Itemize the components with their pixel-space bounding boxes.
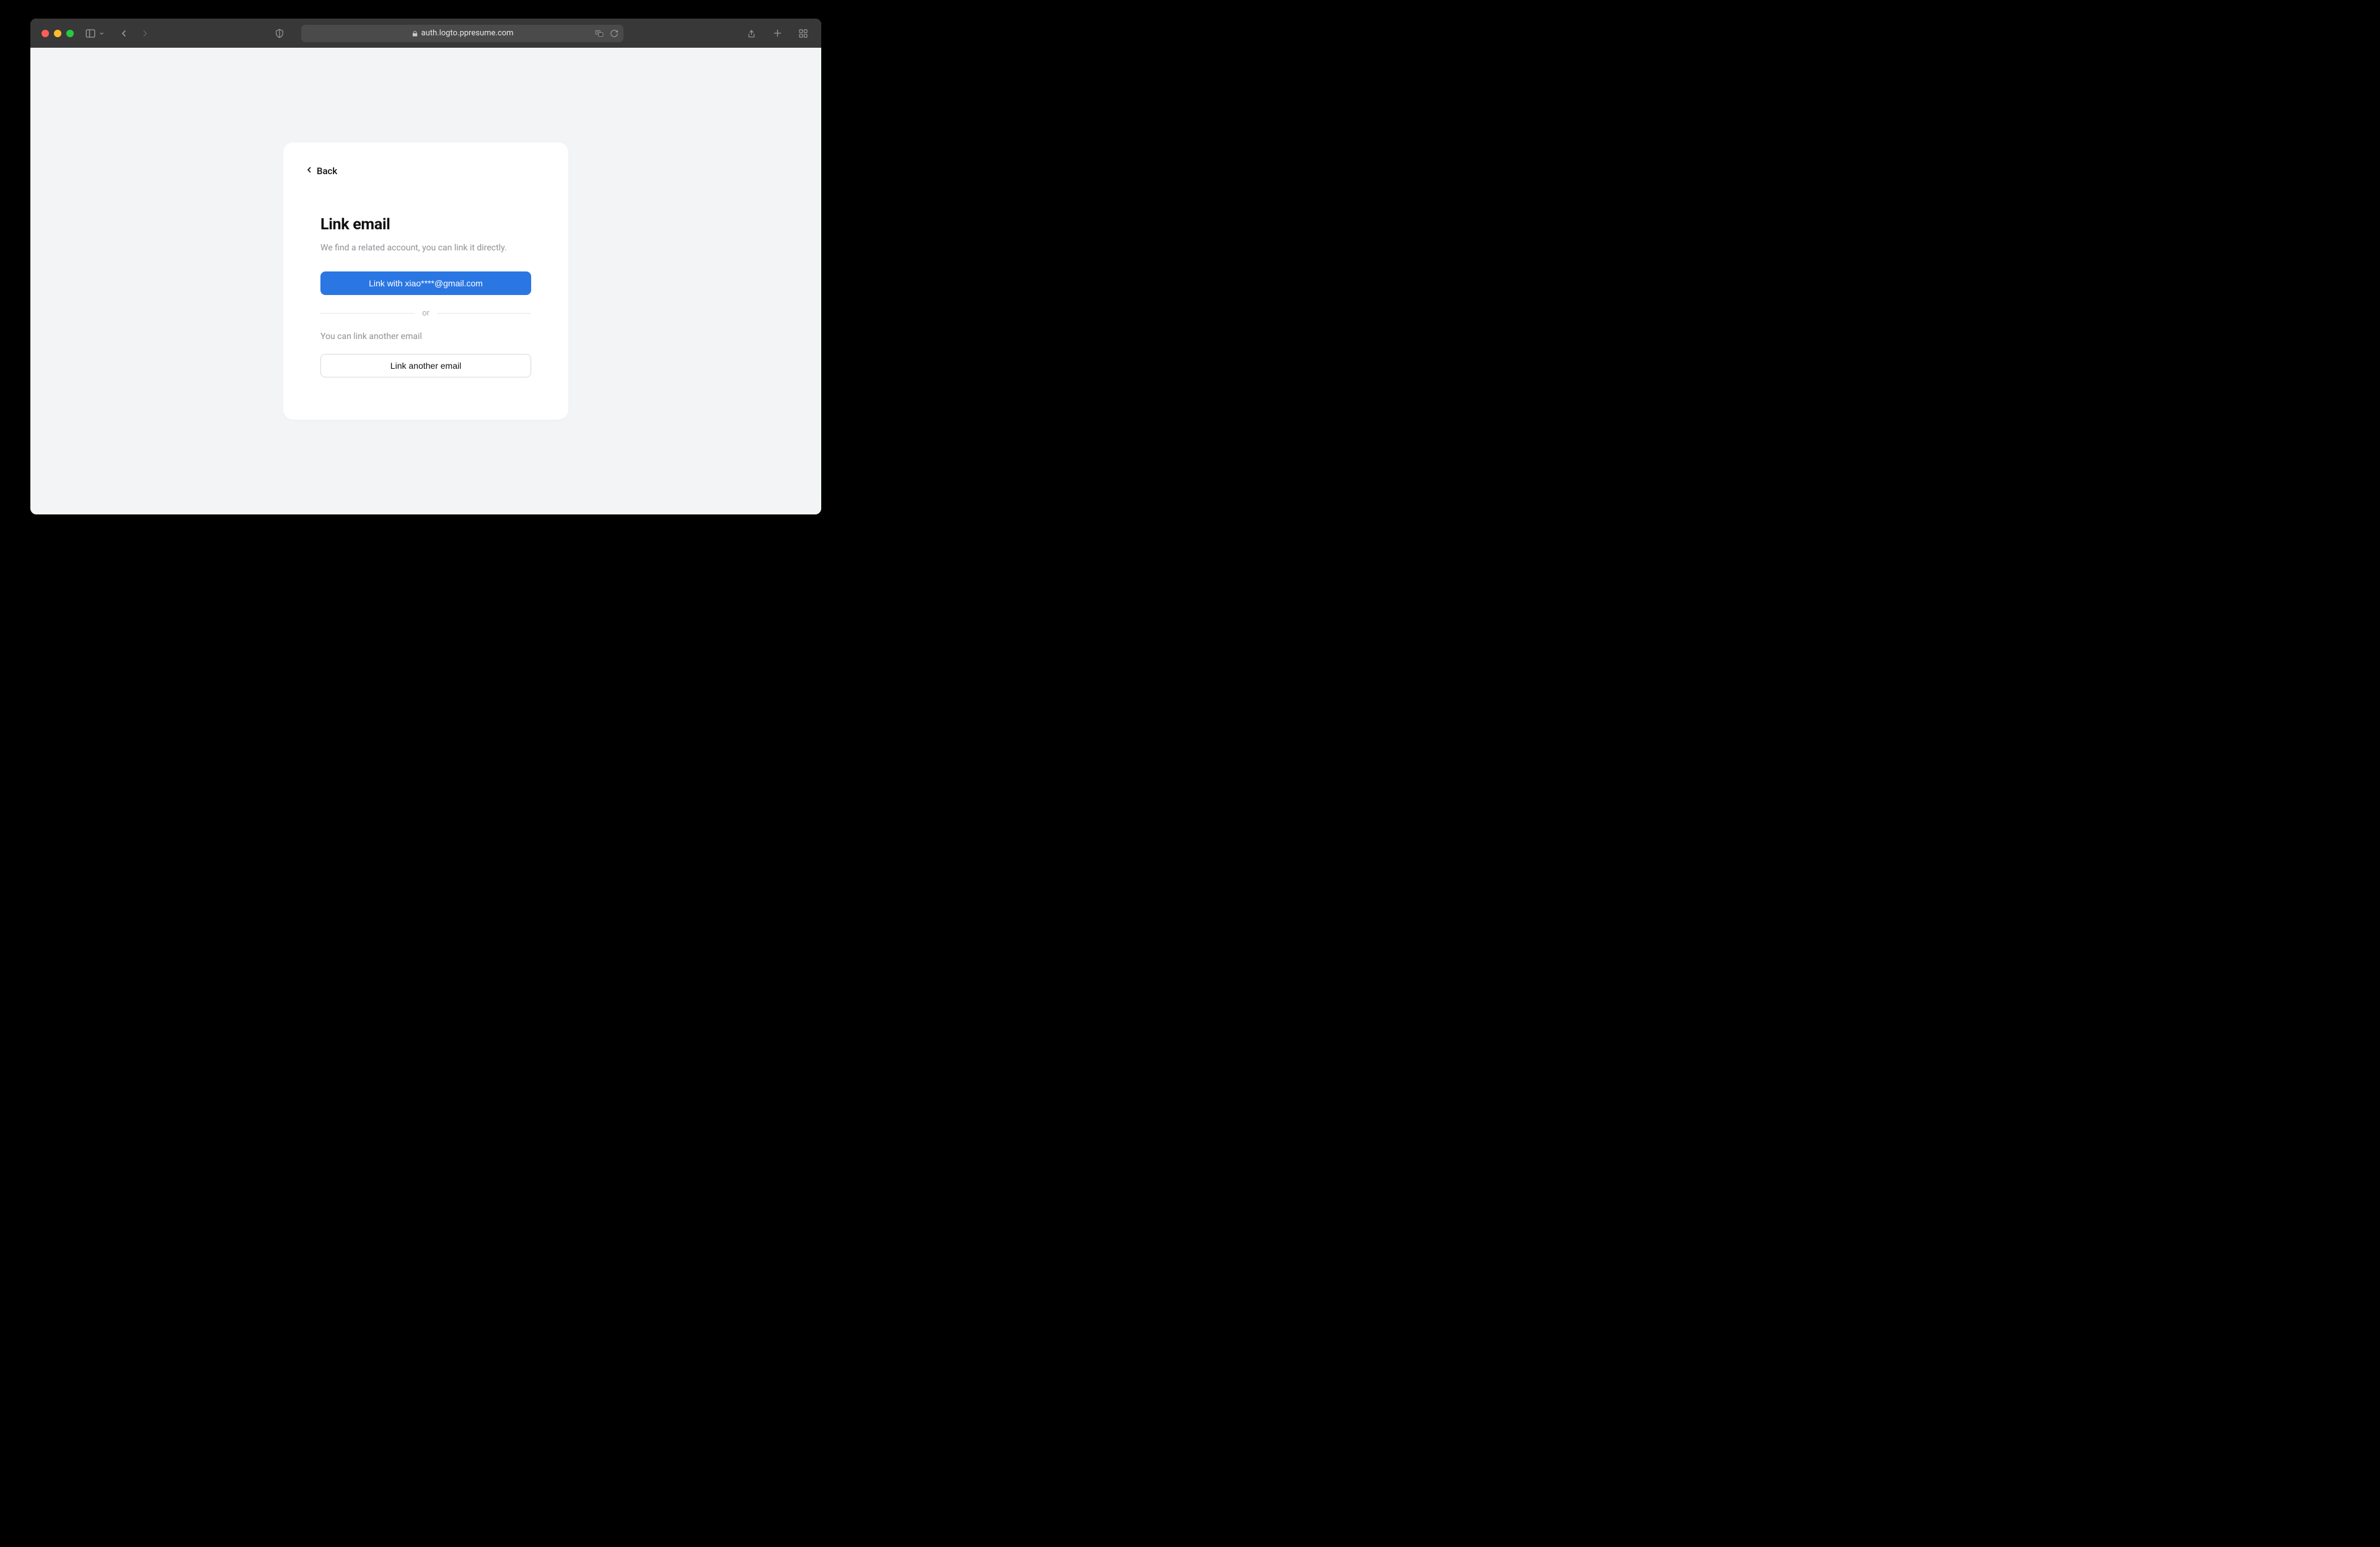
translate-icon[interactable] — [594, 27, 605, 40]
chevron-down-icon — [99, 27, 105, 40]
page-title: Link email — [320, 216, 531, 234]
back-link[interactable]: Back — [304, 165, 337, 177]
sidebar-icon — [84, 27, 97, 40]
minimize-window-button[interactable] — [54, 30, 61, 37]
back-button[interactable] — [117, 27, 131, 40]
page-content: Back Link email We find a related accoun… — [30, 48, 821, 514]
lock-icon — [412, 30, 418, 37]
url-right-controls — [594, 27, 619, 40]
address-bar[interactable]: auth.logto.ppresume.com — [301, 25, 624, 42]
chevron-left-icon — [304, 165, 314, 177]
reload-icon[interactable] — [610, 27, 619, 40]
divider: or — [320, 309, 531, 318]
back-label: Back — [317, 165, 337, 177]
maximize-window-button[interactable] — [66, 30, 74, 37]
link-another-button[interactable]: Link another email — [320, 354, 531, 377]
link-primary-button[interactable]: Link with xiao****@gmail.com — [320, 271, 531, 295]
sidebar-toggle[interactable] — [84, 27, 105, 40]
nav-arrows — [117, 27, 152, 40]
share-icon[interactable] — [744, 27, 758, 40]
new-tab-icon[interactable] — [770, 27, 784, 40]
browser-window: auth.logto.ppresume.com — [30, 19, 821, 514]
subtitle-text: We find a related account, you can link … — [320, 242, 531, 255]
secondary-subtitle: You can link another email — [320, 332, 531, 342]
auth-card: Back Link email We find a related accoun… — [283, 143, 568, 420]
window-controls — [42, 30, 74, 37]
divider-label: or — [422, 309, 430, 318]
browser-toolbar: auth.logto.ppresume.com — [30, 19, 821, 48]
url-text: auth.logto.ppresume.com — [421, 29, 514, 38]
close-window-button[interactable] — [42, 30, 49, 37]
tab-overview-icon[interactable] — [796, 27, 810, 40]
privacy-shield-icon[interactable] — [273, 27, 286, 40]
toolbar-right — [744, 27, 810, 40]
forward-button[interactable] — [138, 27, 152, 40]
